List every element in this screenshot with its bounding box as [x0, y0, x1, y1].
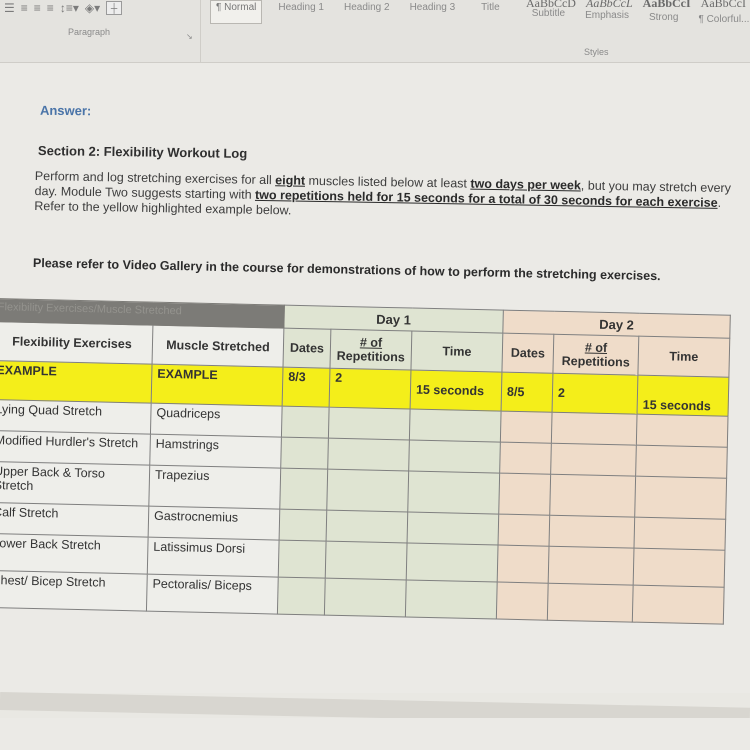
exercise-cell[interactable]: Calf Stretch — [0, 502, 149, 538]
borders-icon[interactable]: ┼ — [106, 1, 123, 15]
document-page[interactable]: Answer: Section 2: Flexibility Workout L… — [0, 63, 750, 693]
example-day1-reps[interactable]: 2 — [329, 368, 411, 410]
day2-time-cell[interactable] — [632, 585, 725, 625]
workout-log-table: Flexibility Exercises/Muscle Stretched D… — [0, 298, 731, 625]
day2-reps-cell[interactable] — [549, 474, 636, 518]
day2-date-cell[interactable] — [499, 442, 552, 475]
style-normal[interactable]: ¶ Normal — [210, 0, 263, 24]
day2-time-cell[interactable] — [633, 548, 725, 588]
answer-label: Answer: — [39, 102, 92, 119]
justify-icon[interactable]: ≡ — [47, 1, 54, 15]
col-header-day2-reps: # of Repetitions — [552, 334, 639, 376]
next-page — [0, 718, 750, 750]
dialog-launcher-icon[interactable]: ↘ — [186, 32, 193, 41]
align-center-icon[interactable]: ≡ — [21, 1, 28, 15]
day2-reps-cell[interactable] — [550, 443, 637, 477]
muscle-cell[interactable]: Hamstrings — [149, 434, 282, 469]
day1-time-cell[interactable] — [407, 511, 499, 546]
day1-reps-cell[interactable] — [326, 510, 408, 543]
day1-reps-cell[interactable] — [326, 469, 409, 512]
style-heading-2[interactable]: Heading 2 — [334, 0, 400, 22]
day2-time-cell[interactable] — [635, 445, 728, 479]
day1-time-cell[interactable] — [408, 440, 501, 474]
example-day2-reps[interactable]: 2 — [552, 373, 638, 415]
day1-reps-cell[interactable] — [327, 438, 410, 471]
day1-time-cell[interactable] — [406, 542, 499, 583]
day1-date-cell[interactable] — [279, 468, 328, 511]
day2-reps-cell[interactable] — [549, 515, 635, 549]
example-day1-time[interactable]: 15 seconds — [410, 370, 502, 412]
style-preview: AaBbCcI — [700, 0, 746, 10]
col-header-day1-time: Time — [410, 331, 503, 373]
style-title[interactable]: Title — [465, 0, 522, 22]
day2-date-cell[interactable] — [500, 411, 553, 444]
paragraph-group-label: Paragraph — [68, 27, 111, 37]
muscle-cell[interactable]: Gastrocnemius — [148, 506, 280, 541]
example-day2-time[interactable]: 15 seconds — [637, 375, 729, 417]
day1-date-cell[interactable] — [277, 577, 326, 616]
line-spacing-icon[interactable]: ↕≡▾ — [60, 1, 79, 15]
muscle-cell[interactable]: Trapezius — [148, 465, 281, 510]
day2-time-cell[interactable] — [634, 476, 727, 520]
muscle-cell[interactable]: Pectoralis/ Biceps — [146, 574, 279, 615]
col-header-day1-reps: # of Repetitions — [329, 329, 412, 371]
day2-date-cell[interactable] — [498, 473, 551, 516]
day2-time-cell[interactable] — [633, 517, 726, 551]
col-header-day2-dates: Dates — [501, 333, 554, 374]
day1-reps-cell[interactable] — [325, 541, 408, 580]
align-left-icon[interactable]: ☰ — [4, 1, 15, 15]
style-preview: AaBbCcD — [525, 0, 576, 10]
shading-icon[interactable]: ◈▾ — [85, 1, 100, 15]
col-header-exercise: Flexibility Exercises — [0, 321, 153, 365]
ribbon: ☰ ≡ ≡ ≡ ↕≡▾ ◈▾ ┼ Paragraph ↘ ¶ Normal He… — [0, 0, 750, 63]
day1-reps-cell[interactable] — [328, 407, 411, 441]
day2-time-cell[interactable] — [636, 414, 729, 448]
day1-date-cell[interactable] — [281, 406, 330, 439]
col-header-day1-dates: Dates — [283, 328, 331, 369]
day1-time-cell[interactable] — [405, 579, 498, 620]
video-gallery-note: Please refer to Video Gallery in the cou… — [32, 256, 661, 284]
day2-reps-cell[interactable] — [551, 412, 638, 446]
col-header-day2-time: Time — [637, 336, 730, 378]
instructions-paragraph: Perform and log stretching exercises for… — [34, 169, 732, 218]
example-day2-date[interactable]: 8/5 — [501, 372, 553, 413]
day1-time-cell[interactable] — [409, 409, 502, 443]
day1-date-cell[interactable] — [278, 540, 327, 579]
style-heading-1[interactable]: Heading 1 — [268, 0, 334, 22]
day1-date-cell[interactable] — [279, 509, 327, 542]
styles-group-label: Styles — [584, 47, 609, 57]
exercise-cell[interactable]: Lower Back Stretch — [0, 533, 149, 575]
style-preview: AaBbCcI — [642, 0, 691, 10]
day1-reps-cell[interactable] — [324, 578, 407, 617]
exercise-cell[interactable]: Chest/ Bicep Stretch — [0, 570, 148, 612]
col-header-muscle: Muscle Stretched — [152, 325, 284, 368]
style-preview: AaBbCcL — [585, 0, 633, 10]
day2-reps-cell[interactable] — [548, 546, 634, 586]
example-muscle[interactable]: EXAMPLE — [151, 364, 284, 407]
day2-reps-cell[interactable] — [547, 583, 634, 623]
exercise-cell[interactable]: Lying Quad Stretch — [0, 399, 152, 435]
paragraph-group: ☰ ≡ ≡ ≡ ↕≡▾ ◈▾ ┼ Paragraph ↘ — [0, 0, 201, 62]
section-title: Section 2: Flexibility Workout Log — [37, 143, 248, 161]
style-heading-3[interactable]: Heading 3 — [400, 0, 466, 22]
exercise-cell[interactable]: Upper Back & Torso Stretch — [0, 461, 150, 507]
day1-date-cell[interactable] — [280, 437, 329, 470]
muscle-cell[interactable]: Latissimus Dorsi — [147, 537, 280, 578]
day2-date-cell[interactable] — [498, 514, 550, 547]
exercise-cell[interactable]: Modified Hurdler's Stretch — [0, 430, 151, 466]
align-right-icon[interactable]: ≡ — [34, 1, 41, 15]
style-previews: AaBbCcD AaBbCcL AaBbCcI AaBbCcI — [526, 0, 746, 11]
example-day1-date[interactable]: 8/3 — [282, 367, 330, 408]
muscle-cell[interactable]: Quadriceps — [150, 403, 283, 438]
day2-date-cell[interactable] — [496, 582, 549, 621]
day2-date-cell[interactable] — [497, 545, 550, 584]
example-exercise[interactable]: EXAMPLE — [0, 360, 153, 404]
day1-time-cell[interactable] — [407, 470, 500, 515]
